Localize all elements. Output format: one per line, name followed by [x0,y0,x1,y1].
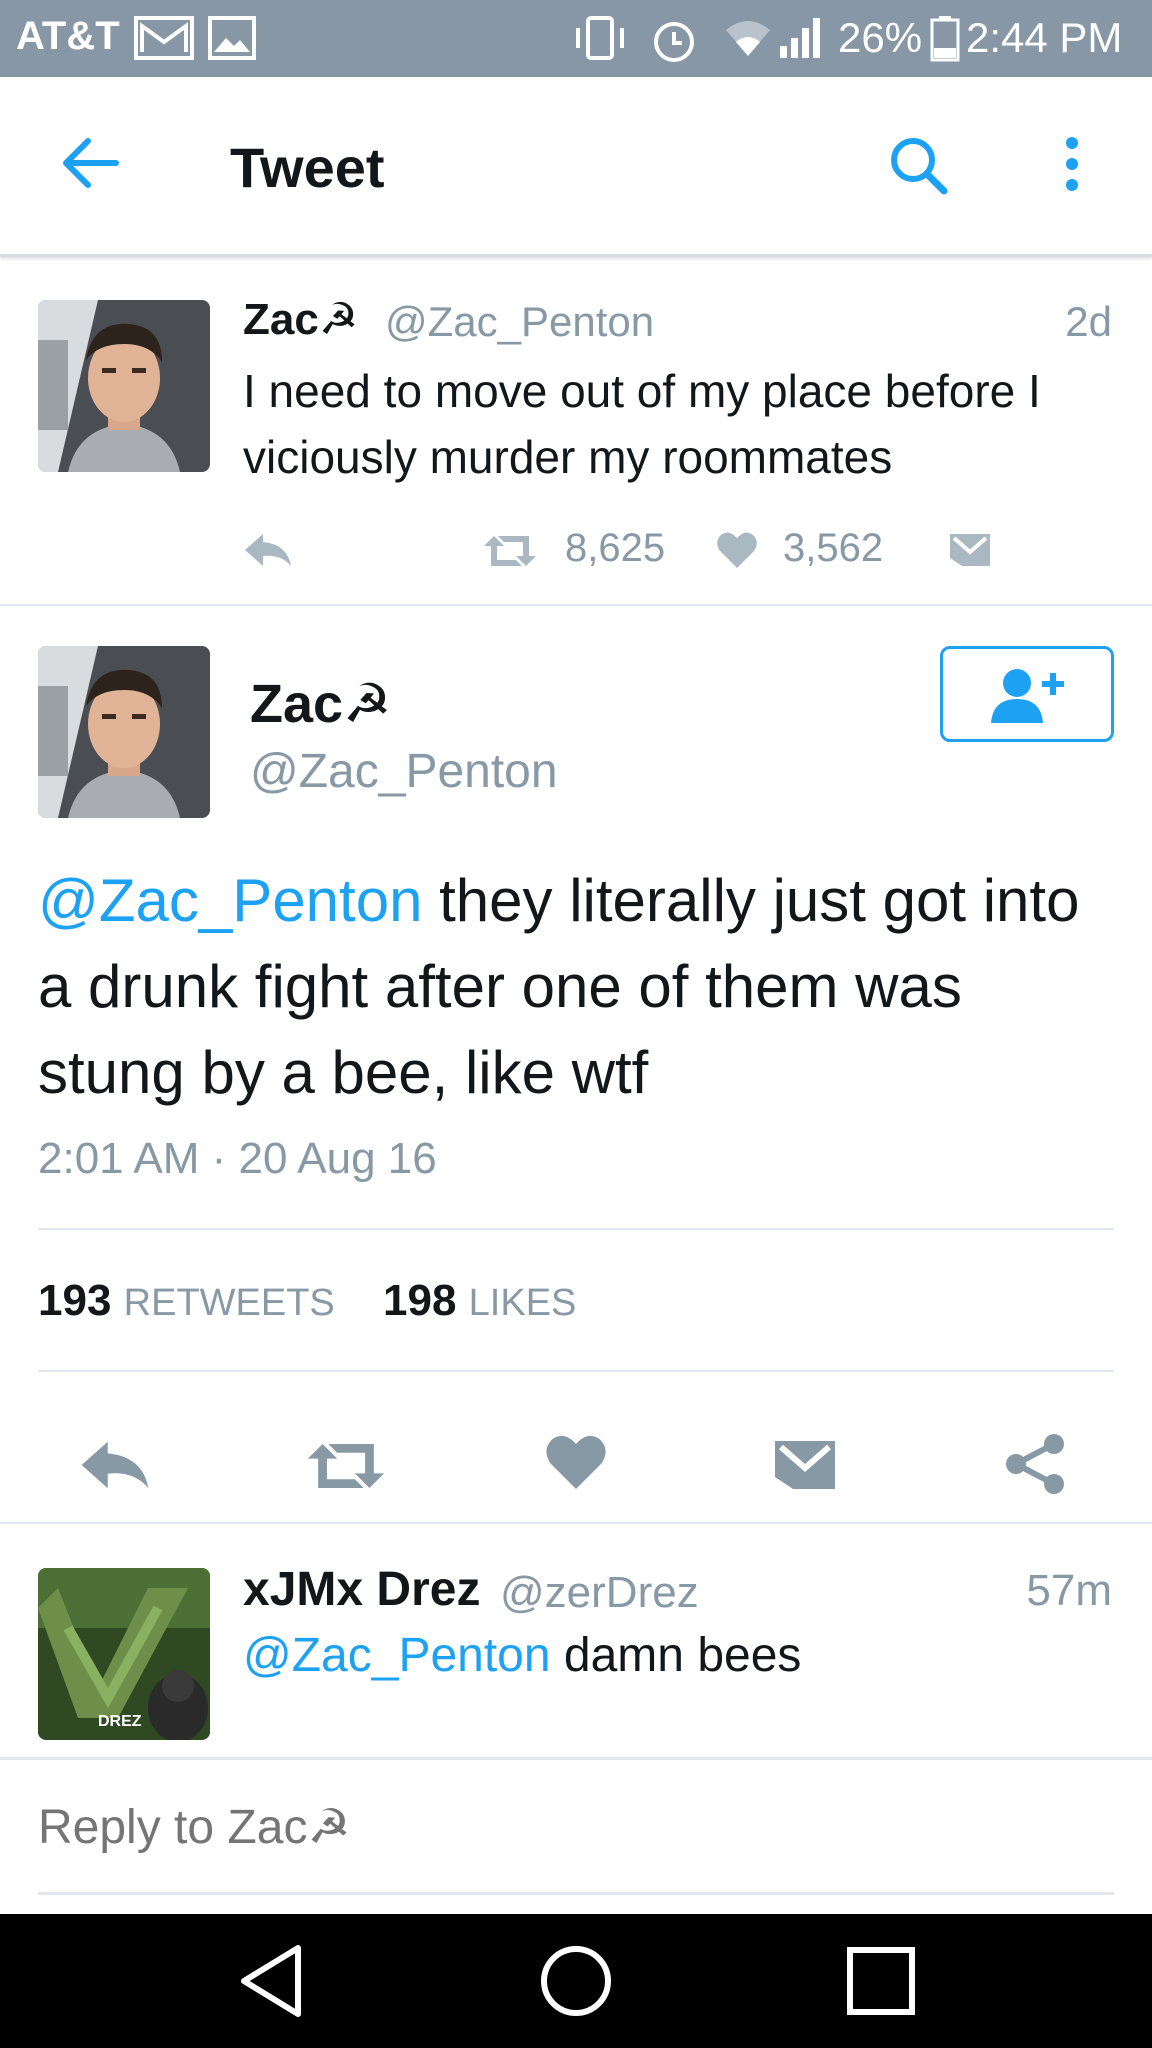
gallery-icon [208,16,256,65]
tweet-author-handle[interactable]: @Zac_Penton [385,298,654,346]
tweet-author-handle[interactable]: @Zac_Penton [250,744,558,799]
vibrate-icon [570,16,630,65]
reply-icon[interactable] [78,1436,152,1499]
nav-home-icon[interactable] [540,1944,612,2023]
like-total-label: LIKES [468,1282,577,1324]
tweet-author-name[interactable]: Zac☭ [243,294,358,345]
carrier-label: AT&T [16,14,120,58]
reply-icon[interactable] [243,530,293,575]
direct-message-icon[interactable] [948,532,992,573]
reply-composer [0,1762,1152,1914]
more-vertical-icon[interactable] [1064,135,1080,198]
battery-icon [930,16,960,67]
mention-link[interactable]: @Zac_Penton [243,1629,551,1682]
battery-percent: 26% [838,14,923,61]
avatar-logo-text: DREZ [98,1713,142,1730]
gmail-icon [134,16,194,65]
mention-link[interactable]: @Zac_Penton [38,867,422,934]
divider [38,1370,1114,1372]
divider [38,1228,1114,1230]
retweet-count: 8,625 [565,526,666,570]
tweet-author-name[interactable]: xJMx Drez [243,1562,480,1617]
focused-tweet: Zac☭ @Zac_Penton @Zac_Penton they litera… [0,608,1152,1524]
like-total[interactable]: 198 [383,1276,456,1325]
reply-tweet[interactable]: DREZ xJMx Drez @zerDrez 57m @Zac_Penton … [0,1526,1152,1760]
tweet-actions: 8,625 3,562 [0,518,1152,588]
alarm-icon [650,16,698,69]
parent-tweet[interactable]: Zac☭ @Zac_Penton 2d I need to move out o… [0,260,1152,606]
system-nav-bar [0,1914,1152,2048]
retweet-icon[interactable] [480,532,540,575]
retweet-total[interactable]: 193 [38,1276,111,1325]
input-underline [38,1892,1114,1895]
tweet-author-handle[interactable]: @zerDrez [500,1568,699,1618]
avatar[interactable]: DREZ [38,1568,210,1740]
nav-back-icon[interactable] [238,1944,304,2023]
reply-input[interactable] [38,1800,1038,1855]
tweet-time: 57m [1026,1566,1112,1615]
share-icon[interactable] [1004,1432,1068,1501]
tweet-text: I need to move out of my place before I … [243,365,1041,483]
avatar[interactable] [38,300,210,472]
nav-recents-icon[interactable] [846,1944,916,2023]
status-bar: AT&T 26% 2:44 PM [0,0,1152,77]
add-user-icon [987,667,1073,730]
signal-icon [778,16,826,65]
retweet-icon[interactable] [302,1438,390,1499]
tweet-actions [0,1418,1152,1508]
retweet-total-label: RETWEETS [123,1282,335,1324]
heart-icon[interactable] [544,1432,608,1497]
wifi-icon [722,16,774,65]
tweet-author-name[interactable]: Zac☭ [250,672,391,735]
search-icon[interactable] [888,135,950,202]
app-bar: Tweet [0,77,1152,257]
follow-button[interactable] [940,646,1114,742]
tweet-text: @Zac_Penton damn bees [243,1628,801,1683]
tweet-time: 2d [1065,298,1112,345]
like-count: 3,562 [783,526,884,570]
avatar[interactable] [38,646,210,818]
back-arrow-icon[interactable] [60,137,120,194]
direct-message-icon[interactable] [772,1438,838,1497]
tweet-text: @Zac_Penton they literally just got into… [38,858,1118,1116]
tweet-timestamp: 2:01 AM · 20 Aug 16 [38,1134,437,1183]
tweet-stats: 193 RETWEETS 198 LIKES [38,1276,612,1326]
clock: 2:44 PM [966,14,1123,61]
page-title: Tweet [230,136,385,199]
tweet-body: damn bees [550,1629,802,1682]
heart-icon[interactable] [716,530,758,575]
